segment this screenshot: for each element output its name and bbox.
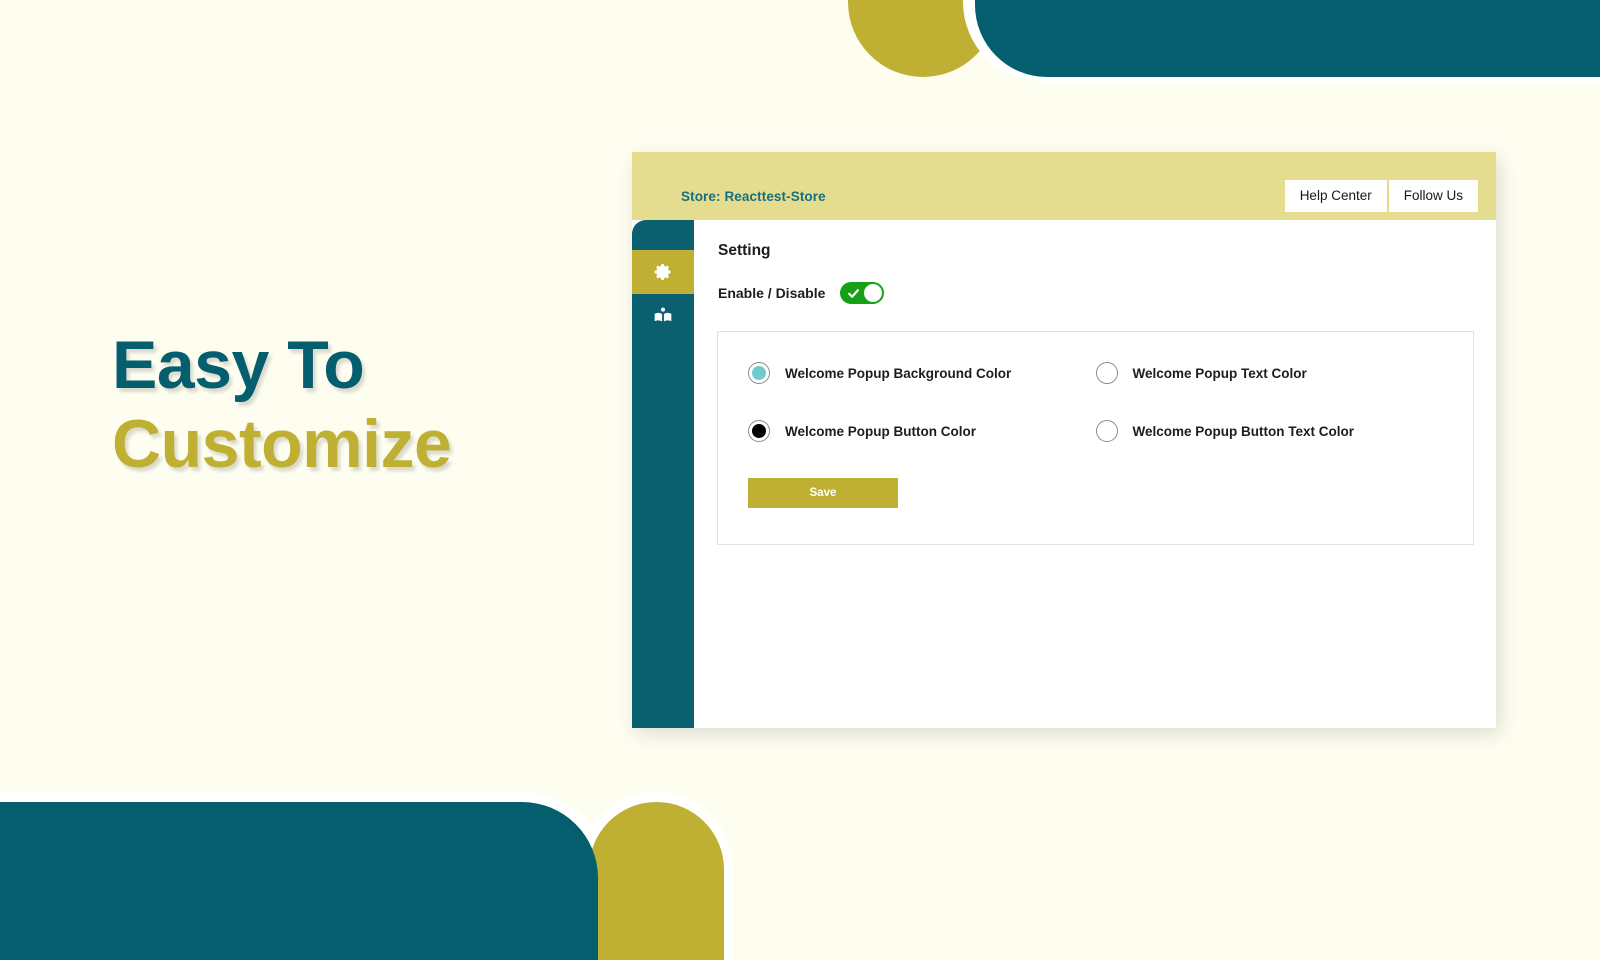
help-center-button[interactable]: Help Center — [1284, 179, 1387, 213]
content-area: Setting Enable / Disable Welcome Popup B… — [694, 220, 1496, 728]
app-window: Store: Reacttest-Store Help Center Follo… — [632, 152, 1496, 728]
option-label: Welcome Popup Button Color — [785, 423, 976, 439]
decor-top-teal-shape — [975, 0, 1600, 77]
color-swatch-button-text[interactable] — [1095, 420, 1118, 442]
store-label: Store: Reacttest-Store — [681, 188, 826, 204]
welcome-popup-text-color-option[interactable]: Welcome Popup Text Color — [1095, 362, 1444, 384]
color-settings-card: Welcome Popup Background Color Welcome P… — [717, 331, 1474, 545]
swatch-fill — [1099, 424, 1114, 438]
enable-disable-toggle[interactable] — [840, 282, 885, 304]
swatch-fill — [752, 424, 766, 438]
follow-us-button[interactable]: Follow Us — [1388, 179, 1478, 213]
option-label: Welcome Popup Background Color — [785, 365, 1012, 381]
welcome-popup-button-text-color-option[interactable]: Welcome Popup Button Text Color — [1095, 420, 1444, 442]
welcome-popup-button-color-option[interactable]: Welcome Popup Button Color — [748, 420, 1096, 442]
sidebar-item-setting[interactable] — [632, 250, 694, 294]
headline-line-1: Easy To — [112, 327, 365, 403]
color-swatch-background[interactable] — [748, 362, 770, 384]
swatch-fill — [752, 366, 766, 380]
book-reader-icon — [653, 306, 673, 326]
decor-bottom-olive-shape — [589, 802, 724, 960]
welcome-popup-background-color-option[interactable]: Welcome Popup Background Color — [748, 362, 1096, 384]
decor-bottom-teal-shape — [0, 802, 598, 960]
sidebar — [632, 220, 694, 728]
color-swatch-button[interactable] — [748, 420, 770, 442]
headline: Easy To Customize — [112, 327, 452, 482]
topbar-actions: Help Center Follow Us — [1283, 160, 1478, 213]
enable-disable-row: Enable / Disable — [718, 282, 1474, 304]
save-button[interactable]: Save — [748, 478, 898, 508]
sidebar-item-docs[interactable] — [632, 294, 694, 338]
color-swatch-text[interactable] — [1095, 362, 1118, 384]
headline-line-2: Customize — [112, 405, 452, 482]
enable-disable-label: Enable / Disable — [718, 285, 826, 301]
option-label: Welcome Popup Text Color — [1132, 365, 1307, 381]
sidebar-top-spacer — [632, 220, 694, 250]
check-icon — [848, 288, 860, 298]
gear-icon — [653, 262, 673, 282]
color-options-grid: Welcome Popup Background Color Welcome P… — [748, 362, 1443, 442]
app-body: Setting Enable / Disable Welcome Popup B… — [632, 220, 1496, 728]
option-label: Welcome Popup Button Text Color — [1132, 423, 1355, 439]
app-topbar: Store: Reacttest-Store Help Center Follo… — [632, 152, 1496, 220]
page-title: Setting — [718, 242, 771, 259]
swatch-fill — [1099, 366, 1114, 380]
toggle-knob — [864, 284, 883, 302]
